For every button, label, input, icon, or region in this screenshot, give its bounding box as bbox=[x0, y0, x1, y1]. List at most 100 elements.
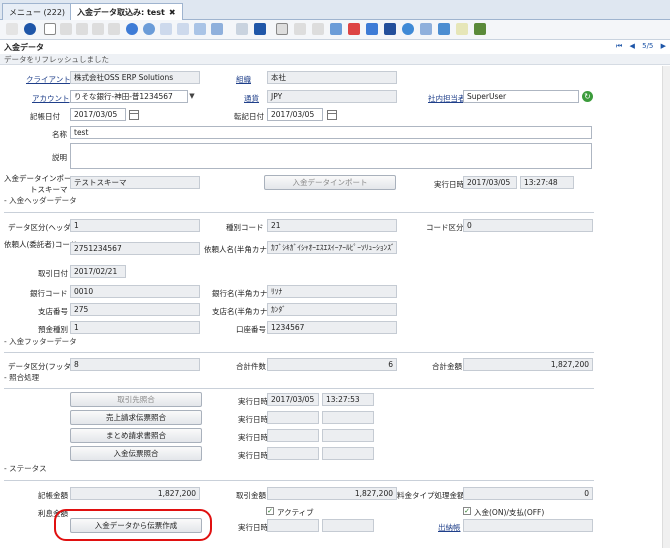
description-field[interactable] bbox=[70, 143, 592, 169]
trade-amount-label: 取引金額 bbox=[236, 491, 266, 500]
exec-date-field: 2017/03/05 bbox=[463, 176, 517, 189]
calendar-icon[interactable] bbox=[327, 110, 337, 120]
match-payment-button[interactable]: 入金伝票照合 bbox=[70, 446, 202, 461]
tab-menu[interactable]: メニュー (222) bbox=[2, 3, 73, 20]
export-icon[interactable] bbox=[420, 23, 432, 35]
request-icon[interactable] bbox=[366, 23, 378, 35]
match-exec-label-4: 実行日時 bbox=[238, 451, 268, 460]
doc-date-label: 記帳日付 bbox=[30, 112, 60, 121]
kind-code-label: 種別コード bbox=[226, 223, 264, 232]
divider bbox=[4, 480, 594, 481]
booked-amount-label: 記帳金額 bbox=[38, 491, 68, 500]
import-button[interactable]: 入金データインポート bbox=[264, 175, 396, 190]
history-icon[interactable] bbox=[194, 23, 206, 35]
zoom-icon[interactable] bbox=[330, 23, 342, 35]
trade-amount-field: 1,827,200 bbox=[267, 487, 397, 500]
header-section-title[interactable]: - 入金ヘッダーデータ bbox=[4, 195, 77, 206]
active-checkbox[interactable]: ✓ bbox=[266, 507, 274, 515]
prev-record-icon[interactable]: ◀ bbox=[629, 42, 634, 50]
exit-icon[interactable] bbox=[474, 23, 486, 35]
match-bp-button[interactable]: 取引先照合 bbox=[70, 392, 202, 407]
status-section-title[interactable]: - ステータス bbox=[4, 463, 47, 474]
record-count: 5/5 bbox=[642, 42, 654, 50]
match-exec-label-2: 実行日時 bbox=[238, 415, 268, 424]
match-invoice-button[interactable]: 売上請求伝票照合 bbox=[70, 410, 202, 425]
bank-code-label: 銀行コード bbox=[30, 289, 68, 298]
data-type-header-label: データ区分(ヘッダ bbox=[8, 223, 71, 232]
data-type-header-field: 1 bbox=[70, 219, 200, 232]
first-record-icon[interactable]: ⏮ bbox=[616, 42, 622, 50]
refresh-icon[interactable] bbox=[126, 23, 138, 35]
status-exec-label: 実行日時 bbox=[238, 523, 268, 532]
help-icon[interactable] bbox=[24, 23, 36, 35]
code-type-label: コード区分 bbox=[426, 223, 464, 232]
total-amount-field: 1,827,200 bbox=[463, 358, 593, 371]
currency-label[interactable]: 通貨 bbox=[244, 93, 259, 104]
delete-icon[interactable] bbox=[108, 23, 120, 35]
inout-checkbox[interactable]: ✓ bbox=[463, 507, 471, 515]
match-exec-date-1: 2017/03/05 bbox=[267, 393, 319, 406]
match-exec-label-1: 実行日時 bbox=[238, 397, 268, 406]
match-section-title[interactable]: - 照合処理 bbox=[4, 372, 39, 383]
staff-label[interactable]: 社内担当者 bbox=[428, 93, 466, 104]
search-icon[interactable] bbox=[143, 23, 155, 35]
description-label: 説明 bbox=[52, 153, 67, 162]
customize-icon[interactable] bbox=[456, 23, 468, 35]
client-label[interactable]: クライアント bbox=[26, 74, 71, 85]
save-icon[interactable] bbox=[76, 23, 88, 35]
bank-code-field: 0010 bbox=[70, 285, 200, 298]
doc-date-field[interactable]: 2017/03/05 bbox=[70, 108, 126, 121]
archive-icon[interactable] bbox=[211, 23, 223, 35]
account-no-label: 口座番号 bbox=[236, 325, 266, 334]
match-exec-time-4 bbox=[322, 447, 374, 460]
bank-name-field: ﾘｿﾅ bbox=[267, 285, 397, 298]
go-arrow-icon[interactable]: ↻ bbox=[582, 91, 593, 102]
scrollbar[interactable] bbox=[662, 66, 670, 548]
account-field[interactable]: りそな銀行-神田-普1234567 bbox=[70, 90, 188, 103]
save-new-icon[interactable] bbox=[92, 23, 104, 35]
acct-date-field[interactable]: 2017/03/05 bbox=[267, 108, 323, 121]
settings-icon[interactable] bbox=[402, 23, 414, 35]
exec-time-field: 13:27:48 bbox=[520, 176, 574, 189]
undo-icon[interactable] bbox=[6, 23, 18, 35]
down-arrow-icon[interactable] bbox=[254, 23, 266, 35]
match-exec-date-4 bbox=[267, 447, 319, 460]
print-preview-icon[interactable] bbox=[294, 23, 306, 35]
account-label[interactable]: アカウント bbox=[32, 93, 70, 104]
cash-journal-link[interactable]: 出納帳 bbox=[438, 522, 461, 533]
requester-name-field: ｶﾌﾞｼｷｶﾞｲｼｬｵｰｴｽｴｽｲｰｱｰﾙﾋﾟｰｿﾘｭｰｼｮﾝｽﾞ bbox=[267, 241, 397, 254]
chevron-down-icon[interactable]: ▼ bbox=[186, 90, 198, 103]
active-label: アクティブ bbox=[277, 508, 314, 517]
name-field[interactable]: test bbox=[70, 126, 592, 139]
title-row: 入金データ ⏮ ◀ 5/5 ▶ bbox=[0, 40, 670, 53]
up-arrow-icon[interactable] bbox=[236, 23, 248, 35]
import-icon[interactable] bbox=[438, 23, 450, 35]
requester-name-label: 依頼人名(半角カナ bbox=[204, 245, 267, 254]
print-icon[interactable] bbox=[312, 23, 324, 35]
exec-label: 実行日時 bbox=[434, 180, 464, 189]
divider bbox=[4, 388, 594, 389]
chat-icon[interactable] bbox=[177, 23, 189, 35]
branch-no-label: 支店番号 bbox=[38, 307, 68, 316]
toolbar bbox=[0, 20, 670, 40]
tab-bank-import[interactable]: 入金データ取込み: test ✖ bbox=[70, 3, 183, 21]
footer-section-title[interactable]: - 入金フッターデータ bbox=[4, 336, 77, 347]
match-summary-invoice-button[interactable]: まとめ請求書照合 bbox=[70, 428, 202, 443]
copy-icon[interactable] bbox=[60, 23, 72, 35]
trade-date-field: 2017/02/21 bbox=[70, 265, 126, 278]
next-record-icon[interactable]: ▶ bbox=[661, 42, 666, 50]
attachment-icon[interactable] bbox=[160, 23, 172, 35]
kind-code-field: 21 bbox=[267, 219, 397, 232]
fee-amount-field: 0 bbox=[463, 487, 593, 500]
calendar-icon[interactable] bbox=[129, 110, 139, 120]
new-record-icon[interactable] bbox=[44, 23, 56, 35]
workflow-icon[interactable] bbox=[348, 23, 360, 35]
close-icon[interactable]: ✖ bbox=[169, 8, 176, 17]
highlight-annotation bbox=[54, 509, 212, 541]
report-icon[interactable] bbox=[276, 23, 288, 35]
match-exec-time-2 bbox=[322, 411, 374, 424]
product-info-icon[interactable] bbox=[384, 23, 396, 35]
org-label[interactable]: 組織 bbox=[236, 74, 251, 85]
org-field: 本社 bbox=[267, 71, 397, 84]
staff-field[interactable]: SuperUser bbox=[463, 90, 579, 103]
